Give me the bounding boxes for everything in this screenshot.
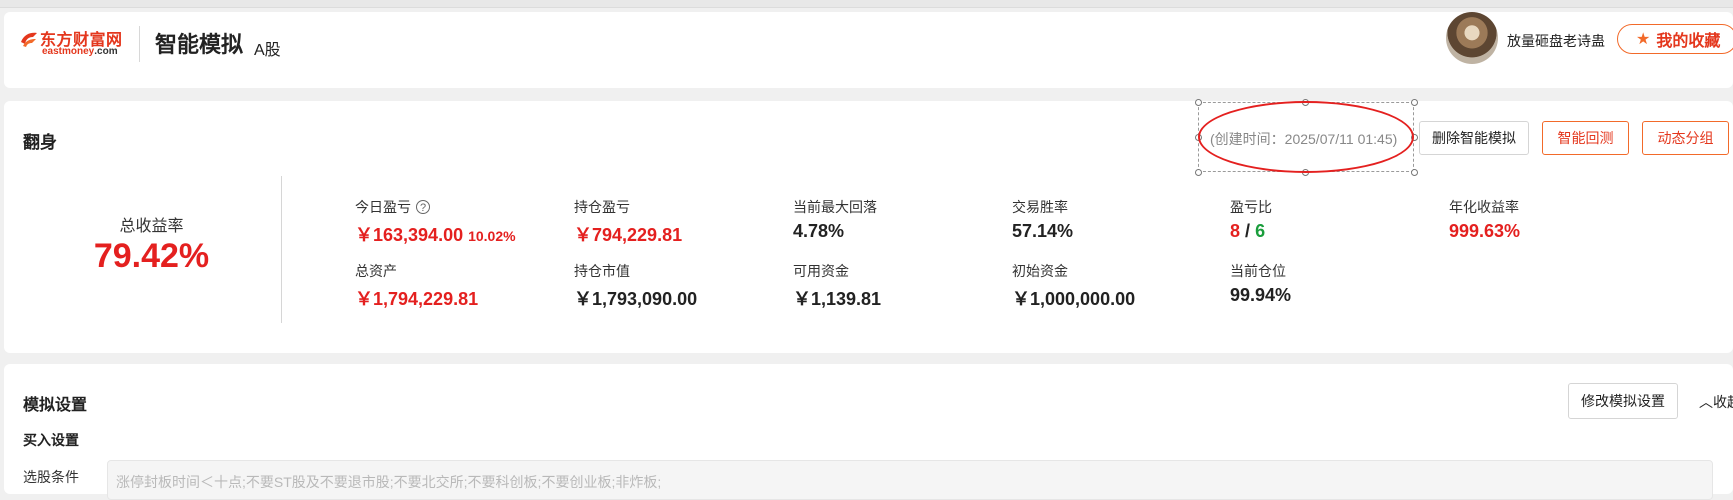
page-title: 智能模拟 xyxy=(155,32,244,57)
max-drawdown-value: 4.78% xyxy=(793,221,845,241)
username[interactable]: 放量砸盘老诗蛊 xyxy=(1507,31,1605,51)
metric-total-assets: 总资产 ￥1,794,229.81 xyxy=(355,261,478,311)
logo-en-suffix: .com xyxy=(94,46,118,57)
stock-condition-text: 涨停封板时间＜十点;不要ST股及不要退市股;不要北交所;不要科创板;不要创业板;… xyxy=(116,474,662,490)
browser-top-strip xyxy=(0,0,1733,8)
settings-title: 模拟设置 xyxy=(23,397,88,414)
initial-capital-label: 初始资金 xyxy=(1012,263,1068,279)
market-value-label: 持仓市值 xyxy=(574,263,630,279)
metric-available-cash: 可用资金 ￥1,139.81 xyxy=(793,261,881,311)
collapse-toggle[interactable]: ︿收起 xyxy=(1699,392,1733,412)
metric-initial-capital: 初始资金 ￥1,000,000.00 xyxy=(1012,261,1135,311)
eastmoney-logo[interactable]: 东方财富网 eastmoney.com xyxy=(18,26,130,62)
chevron-up-icon: ︿ xyxy=(1699,394,1713,410)
metric-today-pnl: 今日盈亏? ￥163,394.00 10.02% xyxy=(355,197,516,247)
win-rate-value: 57.14% xyxy=(1012,221,1074,241)
dynamic-group-button[interactable]: 动态分组 xyxy=(1642,121,1729,155)
metric-max-drawdown: 当前最大回落 4.78% xyxy=(793,197,877,242)
initial-capital-value: ￥1,000,000.00 xyxy=(1012,289,1136,309)
market-value-value: ￥1,793,090.00 xyxy=(574,289,698,309)
profit-loss-ratio-label: 盈亏比 xyxy=(1230,199,1272,215)
delete-simulation-button[interactable]: 删除智能模拟 xyxy=(1419,121,1529,155)
smart-backtest-button[interactable]: 智能回测 xyxy=(1542,121,1629,155)
selection-handle[interactable] xyxy=(1411,99,1418,106)
annual-return-label: 年化收益率 xyxy=(1449,199,1519,215)
metric-profit-loss-ratio: 盈亏比 8 / 6 xyxy=(1230,197,1272,242)
position-pnl-value: ￥794,229.81 xyxy=(574,225,683,245)
metric-market-value: 持仓市值 ￥1,793,090.00 xyxy=(574,261,697,311)
total-return-value: 79.42% xyxy=(93,237,210,275)
metric-annual-return: 年化收益率 999.63% xyxy=(1449,197,1520,242)
stock-condition-field[interactable]: 涨停封板时间＜十点;不要ST股及不要退市股;不要北交所;不要科创板;不要创业板;… xyxy=(107,460,1713,500)
total-return-label: 总收益率 xyxy=(119,218,184,235)
ratio-separator: / xyxy=(1245,221,1251,241)
position-ratio-value: 99.94% xyxy=(1230,285,1292,305)
collapse-label: 收起 xyxy=(1713,394,1733,410)
my-favorites-button[interactable]: ★ 我的收藏 xyxy=(1617,24,1733,54)
total-assets-value: ￥1,794,229.81 xyxy=(355,289,479,309)
logo-en-text: eastmoney.com xyxy=(42,46,118,57)
available-cash-value: ￥1,139.81 xyxy=(793,289,882,309)
star-icon: ★ xyxy=(1636,31,1651,48)
edit-settings-button[interactable]: 修改模拟设置 xyxy=(1568,383,1678,419)
avatar[interactable] xyxy=(1446,12,1498,64)
summary-divider xyxy=(281,176,282,323)
available-cash-label: 可用资金 xyxy=(793,263,849,279)
max-drawdown-label: 当前最大回落 xyxy=(793,199,877,215)
selection-handle[interactable] xyxy=(1195,99,1202,106)
total-assets-label: 总资产 xyxy=(355,263,397,279)
question-icon[interactable]: ? xyxy=(416,200,430,214)
buy-settings-heading: 买入设置 xyxy=(23,432,79,448)
header-divider xyxy=(139,26,140,62)
selection-handle[interactable] xyxy=(1411,169,1418,176)
simulation-name: 翻身 xyxy=(23,133,57,152)
selection-handle[interactable] xyxy=(1195,169,1202,176)
today-pnl-label: 今日盈亏 xyxy=(355,199,411,215)
metric-win-rate: 交易胜率 57.14% xyxy=(1012,197,1073,242)
position-pnl-label: 持仓盈亏 xyxy=(574,199,630,215)
eastmoney-logo-icon xyxy=(21,32,37,47)
my-favorites-label: 我的收藏 xyxy=(1656,33,1721,50)
metric-position-ratio: 当前仓位 99.94% xyxy=(1230,261,1291,306)
logo-en-brand: eastmoney xyxy=(42,46,95,57)
win-rate-label: 交易胜率 xyxy=(1012,199,1068,215)
metric-position-pnl: 持仓盈亏 ￥794,229.81 xyxy=(574,197,682,247)
win-count: 8 xyxy=(1230,221,1241,241)
stock-condition-label: 选股条件 xyxy=(23,469,79,485)
annual-return-value: 999.63% xyxy=(1449,221,1521,241)
loss-count: 6 xyxy=(1255,221,1266,241)
today-pnl-value: ￥163,394.00 xyxy=(355,225,464,245)
market-label: A股 xyxy=(254,42,281,59)
position-ratio-label: 当前仓位 xyxy=(1230,263,1286,279)
today-pnl-pct: 10.02% xyxy=(468,228,516,244)
annotation-ellipse xyxy=(1198,101,1414,173)
